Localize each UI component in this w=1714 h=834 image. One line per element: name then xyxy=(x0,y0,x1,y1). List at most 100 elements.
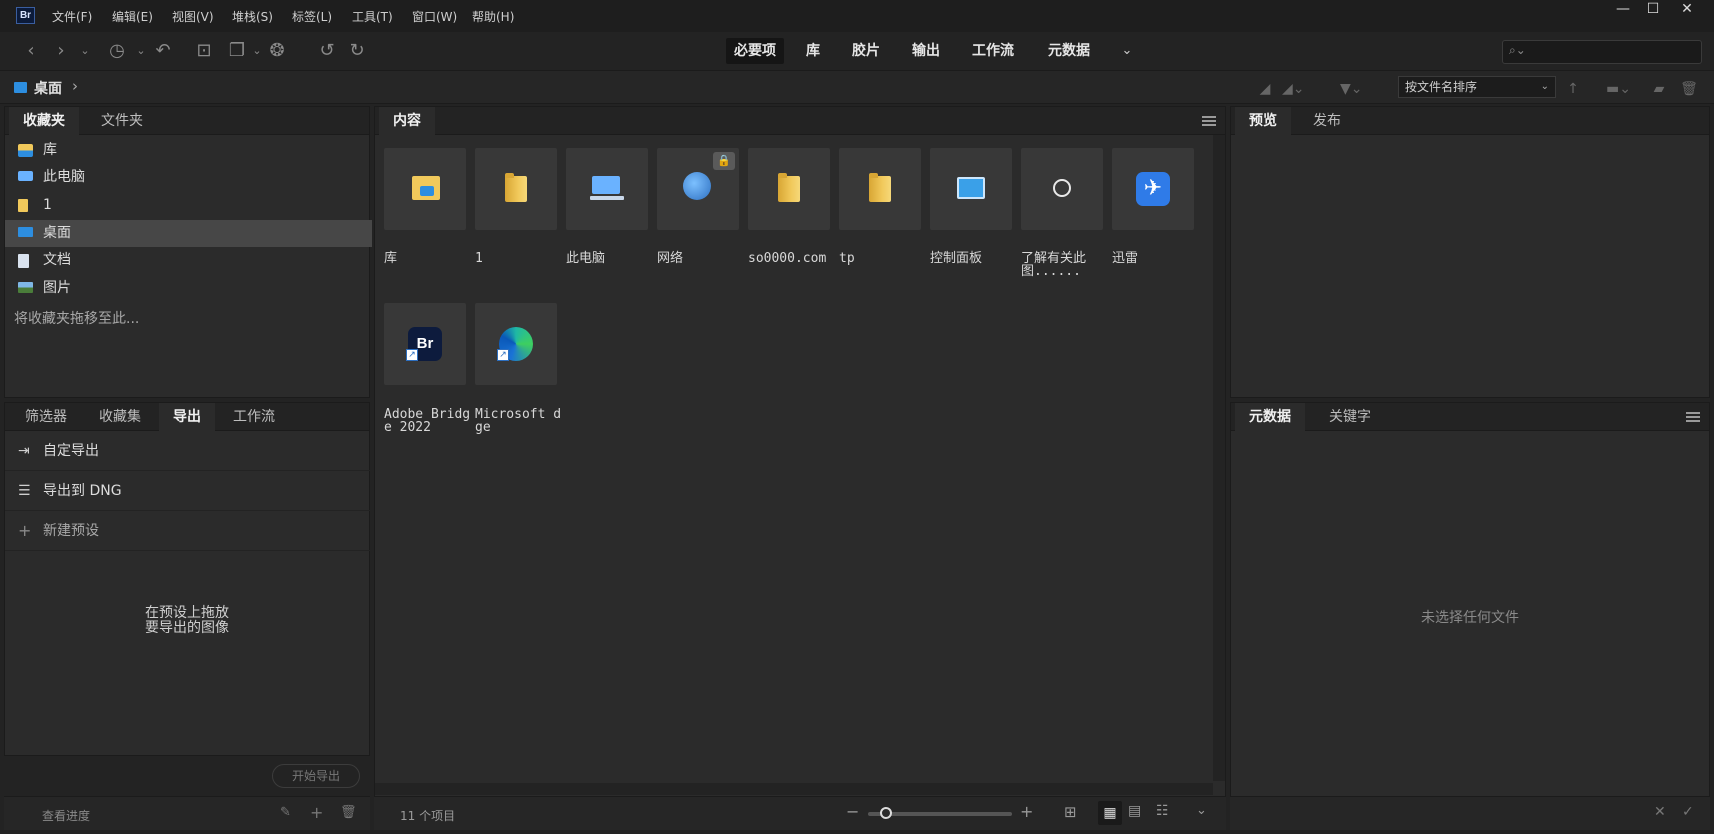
tab-collections[interactable]: 收藏集 xyxy=(85,403,155,431)
menu-window[interactable]: 窗口(W) xyxy=(412,8,457,25)
menu-file[interactable]: 文件(F) xyxy=(52,8,92,25)
list-view-icon[interactable]: ☷ xyxy=(1156,803,1169,819)
chevron-down-icon[interactable]: ⌄ xyxy=(74,40,96,62)
tab-filter[interactable]: 筛选器 xyxy=(11,403,81,431)
details-view-icon[interactable]: ▤ xyxy=(1128,803,1141,819)
rotate-right-icon[interactable]: ↻ xyxy=(346,40,368,62)
menu-edit[interactable]: 编辑(E) xyxy=(112,8,153,25)
favorite-item-this-pc[interactable]: 此电脑 xyxy=(5,164,372,191)
export-row-new-preset[interactable]: + 新建预设 xyxy=(5,511,372,551)
thumbnail-so0000[interactable] xyxy=(748,148,830,230)
workspace-workflow[interactable]: 工作流 xyxy=(964,38,1022,64)
breadcrumb-chevron-icon[interactable]: › xyxy=(72,77,78,95)
search-input[interactable]: ⌕⌄ xyxy=(1502,40,1702,64)
thumbnail-tp[interactable] xyxy=(839,148,921,230)
favorite-item-folder-1[interactable]: 1 xyxy=(5,192,372,219)
zoom-out-icon[interactable]: − xyxy=(846,802,859,821)
workspace-essentials[interactable]: 必要项 xyxy=(726,38,784,64)
apply-check-icon[interactable]: ✓ xyxy=(1682,804,1694,820)
thumbnail-view-icon[interactable]: ▦ xyxy=(1098,801,1122,825)
menu-label[interactable]: 标签(L) xyxy=(292,8,332,25)
vertical-scrollbar[interactable] xyxy=(1213,135,1225,781)
thumbnail-label: 1 xyxy=(475,251,483,266)
chevron-down-icon[interactable]: ⌄ xyxy=(246,40,268,62)
tab-folders[interactable]: 文件夹 xyxy=(87,107,157,135)
tab-content[interactable]: 内容 xyxy=(379,107,435,135)
trash-icon[interactable]: 🗑 xyxy=(1678,78,1700,100)
export-row-dng[interactable]: ☰ 导出到 DNG xyxy=(5,471,372,511)
chevron-down-icon: ⌄ xyxy=(1540,81,1549,92)
computer-icon xyxy=(592,176,620,194)
panel-menu-icon[interactable] xyxy=(1686,412,1700,422)
minimize-button[interactable]: — xyxy=(1608,0,1638,18)
cancel-icon[interactable]: ✕ xyxy=(1654,804,1666,820)
favorite-item-desktop[interactable]: 桌面 xyxy=(5,220,372,247)
favorite-item-library[interactable]: 库 xyxy=(5,137,372,164)
document-icon xyxy=(18,254,29,268)
zoom-in-icon[interactable]: + xyxy=(1020,802,1033,821)
thumbnail-folder-1[interactable] xyxy=(475,148,557,230)
workspace-metadata[interactable]: 元数据 xyxy=(1040,38,1098,64)
breadcrumb-desktop[interactable]: 桌面 xyxy=(34,78,62,98)
close-button[interactable]: ✕ xyxy=(1672,0,1702,18)
back-arrow-icon[interactable]: ‹ xyxy=(20,40,42,62)
camera-raw-icon[interactable]: ❂ xyxy=(266,40,288,62)
horizontal-scrollbar[interactable] xyxy=(375,783,1213,795)
thumbnail-network[interactable]: 🔒 xyxy=(657,148,739,230)
camera-download-icon[interactable]: ⊡ xyxy=(193,40,215,62)
view-progress-link[interactable]: 查看进度 xyxy=(42,807,90,824)
forward-arrow-icon[interactable]: › xyxy=(50,40,72,62)
open-recent-icon[interactable]: ▬⌄ xyxy=(1606,78,1631,100)
favorite-label: 库 xyxy=(43,142,57,158)
history-icon[interactable]: ◷ xyxy=(106,40,128,62)
boomerang-icon[interactable]: ↶ xyxy=(152,40,174,62)
quality-icon[interactable]: ◢ xyxy=(1254,78,1276,100)
workspace-more-chevron-icon[interactable]: ⌄ xyxy=(1116,40,1138,62)
refine-icon[interactable]: ❐ xyxy=(226,40,248,62)
chevron-down-icon[interactable]: ⌄ xyxy=(130,40,152,62)
thumbnail-library[interactable] xyxy=(384,148,466,230)
slider-handle[interactable] xyxy=(880,807,892,819)
metadata-status-bar: ✕ ✓ xyxy=(1230,796,1710,830)
menu-stack[interactable]: 堆栈(S) xyxy=(232,8,273,25)
desktop-icon xyxy=(14,82,27,93)
rotate-left-icon[interactable]: ↺ xyxy=(316,40,338,62)
tab-metadata[interactable]: 元数据 xyxy=(1235,403,1305,431)
grid-lock-icon[interactable]: ⊞ xyxy=(1064,803,1077,821)
thumbnail-thunder[interactable]: ✈ xyxy=(1112,148,1194,230)
rating-filter-icon[interactable]: ◢⌄ xyxy=(1282,78,1305,100)
tab-favorites[interactable]: 收藏夹 xyxy=(9,107,79,135)
tab-preview[interactable]: 预览 xyxy=(1235,107,1291,135)
thumbnail-control-panel[interactable] xyxy=(930,148,1012,230)
tab-keywords[interactable]: 关键字 xyxy=(1315,403,1385,431)
menu-help[interactable]: 帮助(H) xyxy=(472,8,514,25)
menu-view[interactable]: 视图(V) xyxy=(172,8,214,25)
chevron-down-icon[interactable]: ⌄ xyxy=(1196,803,1207,818)
add-icon[interactable]: + xyxy=(310,803,323,822)
sort-direction-icon[interactable]: ↑ xyxy=(1562,78,1584,100)
workspace-output[interactable]: 输出 xyxy=(904,38,948,64)
export-row-custom[interactable]: ⇥ 自定导出 xyxy=(5,431,372,471)
thumbnail-info[interactable] xyxy=(1021,148,1103,230)
export-icon: ⇥ xyxy=(18,443,30,459)
thumbnail-edge[interactable]: ↗ xyxy=(475,303,557,385)
panel-menu-icon[interactable] xyxy=(1202,116,1216,126)
workspace-filmstrip[interactable]: 胶片 xyxy=(844,38,888,64)
tab-workflow[interactable]: 工作流 xyxy=(219,403,289,431)
sort-dropdown[interactable]: 按文件名排序 ⌄ xyxy=(1398,76,1556,98)
start-export-button[interactable]: 开始导出 xyxy=(272,764,360,788)
tab-publish[interactable]: 发布 xyxy=(1299,107,1355,135)
menu-tools[interactable]: 工具(T) xyxy=(352,8,393,25)
export-row-label: 新建预设 xyxy=(43,523,99,539)
filter-icon[interactable]: ▼⌄ xyxy=(1340,78,1363,100)
favorite-item-documents[interactable]: 文档 xyxy=(5,247,372,274)
tab-export[interactable]: 导出 xyxy=(159,403,215,431)
maximize-button[interactable]: ☐ xyxy=(1638,0,1668,18)
workspace-library[interactable]: 库 xyxy=(798,38,828,64)
new-folder-icon[interactable]: ▰ xyxy=(1648,78,1670,100)
delete-icon[interactable]: 🗑 xyxy=(340,805,357,820)
edit-icon[interactable]: ✎ xyxy=(280,805,291,820)
favorite-item-pictures[interactable]: 图片 xyxy=(5,275,372,302)
thumbnail-adobe-bridge[interactable]: Br ↗ xyxy=(384,303,466,385)
thumbnail-this-pc[interactable] xyxy=(566,148,648,230)
